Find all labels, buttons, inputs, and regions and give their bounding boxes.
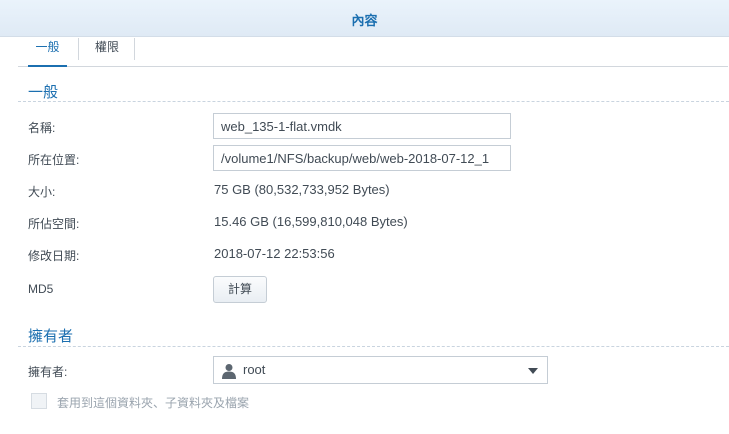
user-icon — [222, 363, 236, 379]
tab-divider — [134, 38, 135, 60]
owner-select-value: root — [243, 362, 266, 377]
modified-date-value: 2018-07-12 22:53:56 — [214, 246, 335, 261]
title-bar: 內容 — [0, 0, 729, 37]
tab-general[interactable]: 一般 — [18, 36, 77, 67]
used-space-value: 15.46 GB (16,599,810,048 Bytes) — [214, 214, 408, 229]
md5-label: MD5 — [28, 282, 54, 296]
chevron-down-icon[interactable] — [528, 368, 538, 374]
name-field[interactable] — [213, 113, 511, 139]
location-field[interactable] — [213, 145, 511, 171]
section-title-general: 一般 — [28, 84, 59, 101]
size-label: 大小: — [28, 185, 56, 199]
size-value: 75 GB (80,532,733,952 Bytes) — [214, 182, 390, 197]
location-label: 所在位置: — [28, 153, 80, 167]
window-title: 內容 — [351, 13, 378, 28]
apply-to-subfolders-label: 套用到這個資料夾、子資料夾及檔案 — [57, 396, 250, 410]
apply-to-subfolders-checkbox[interactable] — [31, 393, 47, 409]
calculate-md5-button[interactable]: 計算 — [213, 276, 267, 303]
tab-permissions[interactable]: 權限 — [79, 36, 135, 66]
section-divider — [18, 346, 729, 347]
used-space-label: 所佔空間: — [28, 217, 80, 231]
owner-select[interactable]: root — [213, 356, 548, 384]
name-label: 名稱: — [28, 121, 56, 135]
tab-bar: 一般 權限 — [18, 36, 728, 67]
section-title-owner: 擁有者 — [28, 328, 74, 345]
owner-label: 擁有者: — [28, 365, 68, 379]
section-divider — [18, 101, 729, 102]
modified-date-label: 修改日期: — [28, 249, 80, 263]
